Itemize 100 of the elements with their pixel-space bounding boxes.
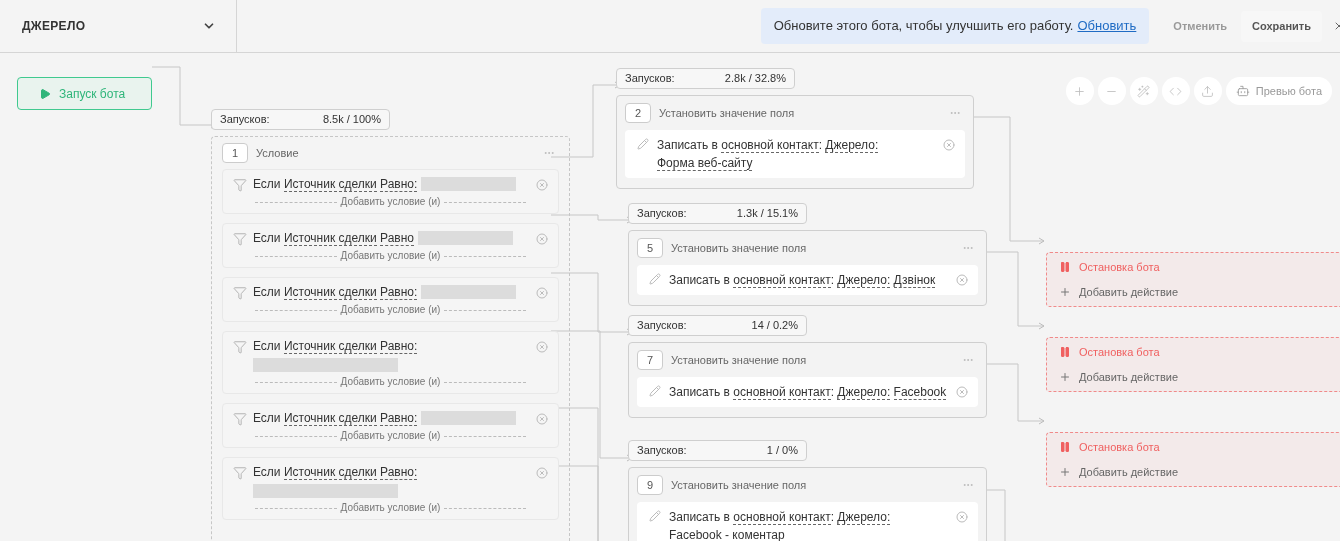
pause-icon	[1059, 260, 1071, 273]
field-link[interactable]: Дзвінок	[893, 273, 936, 288]
step-number: 1	[222, 143, 248, 163]
stop-node[interactable]: Остановка бота Добавить действие	[1046, 252, 1340, 307]
launch-stats: Запусков: 14 / 0.2%	[628, 315, 807, 336]
pencil-icon	[649, 273, 661, 285]
pencil-icon	[649, 385, 661, 397]
add-condition-button[interactable]: Добавить условие (и)	[340, 303, 441, 317]
action-node[interactable]: 2 Установить значение поля Записать в основной контакт: Джерело: Форма веб-сайту	[616, 95, 974, 189]
field-link[interactable]: Джерело:	[825, 138, 879, 153]
remove-icon[interactable]	[536, 287, 548, 299]
field-link[interactable]: Форма веб-сайту	[657, 156, 753, 171]
action-node[interactable]: 7 Установить значение поля Записать в основной контакт: Джерело: Facebook	[628, 342, 987, 418]
field-link[interactable]: Facebook - коментар	[669, 528, 785, 541]
remove-icon[interactable]	[943, 139, 955, 151]
add-action-button[interactable]: Добавить действие	[1059, 369, 1333, 386]
code-icon[interactable]	[1161, 77, 1190, 105]
field-link[interactable]: Равно:	[380, 285, 418, 300]
field-link[interactable]: Равно:	[380, 339, 418, 354]
plus-icon	[1059, 371, 1071, 384]
field-link[interactable]: Источник сделки	[283, 231, 377, 246]
field-link[interactable]: Источник сделки	[283, 465, 377, 480]
zoom-out-icon[interactable]	[1097, 77, 1126, 105]
node-title: Условие	[256, 145, 299, 161]
action-text: Записать в основной контакт: Джерело: Facebook	[669, 384, 947, 401]
action-text: Записать в основной контакт: Джерело: Дзвінок	[669, 272, 936, 289]
play-icon	[39, 87, 51, 100]
condition-text: Если Источник сделки Равно:	[253, 410, 418, 426]
add-action-button[interactable]: Добавить действие	[1059, 464, 1333, 481]
condition-row[interactable]: Если Источник сделки Равно: Добавить условие (и)	[222, 331, 559, 394]
add-condition-button[interactable]: Добавить условие (и)	[340, 375, 441, 389]
field-link[interactable]: Джерело:	[837, 510, 891, 525]
field-link[interactable]: Источник сделки	[283, 285, 377, 300]
remove-icon[interactable]	[536, 179, 548, 191]
action-node[interactable]: 5 Установить значение поля Записать в основной контакт: Джерело: Дзвінок	[628, 230, 987, 306]
plus-icon	[1059, 286, 1071, 299]
remove-icon[interactable]	[536, 467, 548, 479]
export-icon[interactable]	[1193, 77, 1222, 105]
field-link[interactable]: Источник сделки	[283, 339, 377, 354]
add-action-button[interactable]: Добавить действие	[1059, 284, 1333, 301]
remove-icon[interactable]	[536, 341, 548, 353]
condition-row[interactable]: Если Источник сделки Равно: Добавить условие (и)	[222, 457, 559, 520]
remove-icon[interactable]	[536, 413, 548, 425]
field-link[interactable]: Источник сделки	[283, 411, 377, 426]
field-link[interactable]: Равно:	[380, 465, 418, 480]
step-number: 2	[625, 103, 651, 123]
pencil-icon	[637, 138, 649, 150]
launch-stats: Запусков: 1.3k / 15.1%	[628, 203, 807, 224]
step-number: 9	[637, 475, 663, 495]
condition-text: Если Источник сделки Равно:	[253, 176, 418, 192]
remove-icon[interactable]	[956, 274, 968, 286]
filter-icon	[233, 340, 247, 354]
pause-icon	[1059, 440, 1071, 453]
node-title: Установить значение поля	[671, 477, 807, 493]
condition-node[interactable]	[211, 136, 570, 541]
field-link[interactable]: Facebook	[893, 385, 947, 400]
action-text: Записать в основной контакт: Джерело: Facebook - коментар	[669, 509, 892, 541]
stop-node[interactable]: Остановка бота Добавить действие	[1046, 432, 1340, 487]
action-text: Записать в основной контакт: Джерело: Форма веб-сайту	[657, 137, 880, 172]
add-condition-button[interactable]: Добавить условие (и)	[340, 249, 441, 263]
condition-row[interactable]: Если Источник сделки Равно Добавить условие (и)	[222, 223, 559, 268]
stop-node[interactable]: Остановка бота Добавить действие	[1046, 337, 1340, 392]
magic-wand-icon[interactable]	[1129, 77, 1158, 105]
field-link[interactable]: Равно	[380, 231, 415, 246]
remove-icon[interactable]	[536, 233, 548, 245]
field-link[interactable]: основной контакт	[733, 385, 831, 400]
step-number: 5	[637, 238, 663, 258]
condition-text: Если Источник сделки Равно:	[253, 338, 418, 354]
field-link[interactable]: Джерело:	[837, 385, 891, 400]
update-link[interactable]: Обновить	[1077, 16, 1137, 36]
launch-stats: Запусков: 8.5k / 100%	[211, 109, 390, 130]
field-link[interactable]: основной контакт	[733, 273, 831, 288]
field-link[interactable]: основной контакт	[721, 138, 819, 153]
add-condition-button[interactable]: Добавить условие (и)	[340, 195, 441, 209]
stop-title: Остановка бота	[1079, 259, 1160, 275]
field-link[interactable]: Равно:	[380, 177, 418, 192]
field-link[interactable]: Равно:	[380, 411, 418, 426]
node-title: Установить значение поля	[659, 105, 795, 121]
condition-row[interactable]: Если Источник сделки Равно: Добавить условие (и)	[222, 277, 559, 322]
condition-row[interactable]: Если Источник сделки Равно: Добавить условие (и)	[222, 403, 559, 448]
add-condition-button[interactable]: Добавить условие (и)	[340, 429, 441, 443]
stop-title: Остановка бота	[1079, 439, 1160, 455]
filter-icon	[233, 232, 247, 246]
node-title: Установить значение поля	[671, 240, 807, 256]
node-title: Установить значение поля	[671, 352, 807, 368]
field-link[interactable]: Источник сделки	[283, 177, 377, 192]
filter-icon	[233, 178, 247, 192]
robot-icon	[1235, 84, 1250, 98]
action-node[interactable]: 9 Установить значение поля Записать в основной контакт: Джерело: Facebook - коментар	[628, 467, 987, 541]
pencil-icon	[649, 510, 661, 522]
remove-icon[interactable]	[956, 386, 968, 398]
notice-text: Обновите этого бота, чтобы улучшить его работу.	[773, 17, 1074, 36]
field-link[interactable]: основной контакт	[733, 510, 831, 525]
zoom-in-icon[interactable]	[1065, 77, 1094, 105]
filter-icon	[233, 286, 247, 300]
field-link[interactable]: Джерело:	[837, 273, 891, 288]
add-condition-button[interactable]: Добавить условие (и)	[340, 501, 441, 515]
pause-icon	[1059, 345, 1071, 358]
remove-icon[interactable]	[956, 511, 968, 523]
condition-row[interactable]: Если Источник сделки Равно: Добавить условие (и)	[222, 169, 559, 214]
